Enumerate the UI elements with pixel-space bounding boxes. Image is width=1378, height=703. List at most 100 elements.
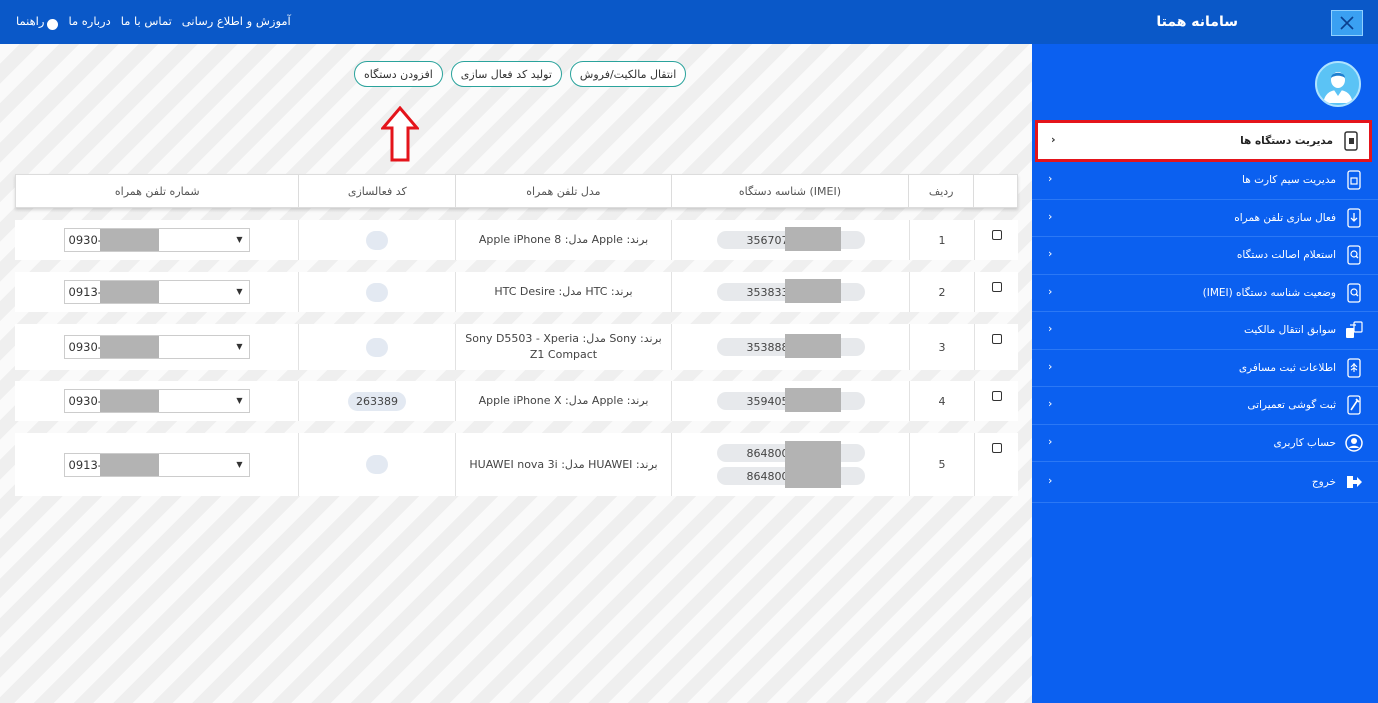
sim-card-icon (1344, 170, 1364, 190)
phone-select[interactable]: 0930- ▼ (63, 335, 250, 359)
redaction (99, 390, 159, 412)
help-link[interactable]: iراهنما (16, 14, 59, 30)
info-icon: i (47, 19, 59, 30)
chevron-left-icon: ‹ (1048, 397, 1053, 411)
contact-link[interactable]: تماس با ما (121, 14, 172, 30)
redaction (99, 453, 159, 476)
sidebar-item-imei-status[interactable]: وضعیت شناسه دستگاه (IMEI) ‹ (1032, 275, 1378, 312)
redaction (784, 334, 841, 358)
row-checkbox[interactable] (992, 391, 1002, 401)
table-row: 0913- ▼ برند: HTC مدل: HTC Desire 353833… (15, 272, 1018, 312)
redaction (99, 229, 159, 251)
row-checkbox[interactable] (992, 334, 1002, 344)
device-model: برند: HTC مدل: HTC Desire (494, 285, 633, 298)
device-model: برند: HUAWEI مدل: HUAWEI nova 3i (469, 457, 658, 471)
row-checkbox[interactable] (992, 230, 1002, 240)
sidebar-item-logout[interactable]: خروج ‹ (1032, 462, 1378, 503)
imei-value: 864800 (716, 441, 865, 465)
device-model: برند: Sony مدل: Sony D5503 - Xperia Z1 C… (465, 332, 662, 361)
table-row: 0930- ▼ برند: Sony مدل: Sony D5503 - Xpe… (15, 324, 1018, 370)
header-row: ردیف (909, 175, 975, 207)
imei-value: 353888 (716, 334, 865, 358)
row-number: 1 (910, 220, 975, 260)
header-phone: شماره تلفن همراه (16, 175, 300, 207)
sidebar: مدیریت دستگاه ها ‹ مدیریت سیم کارت ها ‹ … (1032, 44, 1378, 703)
action-buttons: افزودن دستگاه تولید کد فعال سازی انتقال … (354, 61, 687, 87)
about-link[interactable]: درباره ما (68, 14, 110, 30)
header-imei: شناسه دستگاه (IMEI) (672, 175, 910, 207)
transfer-ownership-button[interactable]: انتقال مالکیت/فروش (569, 61, 687, 87)
sidebar-item-device-management[interactable]: مدیریت دستگاه ها ‹ (1035, 120, 1372, 162)
sidebar-item-travel-registration[interactable]: اطلاعات ثبت مسافری ‹ (1032, 350, 1378, 387)
top-links: iراهنما درباره ما تماس با ما آموزش و اطل… (16, 14, 291, 30)
transfer-history-icon (1344, 320, 1364, 340)
row-checkbox[interactable] (992, 443, 1002, 453)
chevron-left-icon: ‹ (1048, 284, 1053, 298)
chevron-down-icon: ▼ (236, 342, 243, 351)
sidebar-item-repair-phone[interactable]: ثبت گوشی تعمیراتی ‹ (1032, 387, 1378, 425)
close-icon (1340, 16, 1354, 30)
chevron-left-icon: ‹ (1048, 434, 1053, 448)
table-row: 0930- ▼ برند: Apple مدل: Apple iPhone 8 … (15, 220, 1018, 260)
sidebar-item-user-account[interactable]: حساب کاربری ‹ (1032, 425, 1378, 462)
phone-select[interactable]: 0930- ▼ (63, 389, 250, 413)
user-avatar-icon (1317, 63, 1359, 105)
chevron-left-icon: ‹ (1048, 322, 1053, 336)
sidebar-item-phone-activation[interactable]: فعال سازی تلفن همراه ‹ (1032, 200, 1378, 237)
row-number: 3 (910, 324, 975, 370)
redaction (784, 441, 841, 465)
device-model: برند: Apple مدل: Apple iPhone 8 (478, 233, 649, 246)
redaction (99, 281, 159, 303)
top-bar: iراهنما درباره ما تماس با ما آموزش و اطل… (0, 0, 1378, 44)
activation-code (366, 282, 388, 302)
phone-search-icon (1344, 245, 1364, 265)
activation-code (366, 455, 388, 474)
add-device-button[interactable]: افزودن دستگاه (354, 61, 443, 87)
chevron-left-icon: ‹ (1051, 133, 1056, 147)
redaction (784, 227, 841, 251)
redaction (99, 336, 159, 358)
close-button[interactable] (1331, 10, 1363, 36)
chevron-left-icon: ‹ (1048, 474, 1053, 488)
device-model: برند: Apple مدل: Apple iPhone X (478, 394, 649, 407)
phone-select[interactable]: 0913- ▼ (63, 280, 250, 304)
chevron-down-icon: ▼ (236, 459, 243, 469)
chevron-down-icon: ▼ (236, 287, 243, 296)
education-link[interactable]: آموزش و اطلاع رسانی (182, 14, 291, 30)
sidebar-item-sim-cards[interactable]: مدیریت سیم کارت ها ‹ (1032, 162, 1378, 200)
generate-code-button[interactable]: تولید کد فعال سازی (450, 61, 562, 87)
user-avatar[interactable] (1315, 61, 1361, 107)
logout-icon (1344, 472, 1364, 492)
table-row: 0930- ▼ 263389 برند: Apple مدل: Apple iP… (15, 381, 1018, 421)
sidebar-item-authenticity-check[interactable]: استعلام اصالت دستگاه ‹ (1032, 237, 1378, 275)
chevron-down-icon: ▼ (236, 396, 243, 405)
header-code: کد فعالسازی (299, 175, 457, 207)
imei-value: 864800 (716, 464, 865, 488)
user-account-icon (1344, 433, 1364, 453)
activation-code (366, 230, 388, 250)
table-header: شماره تلفن همراه کد فعالسازی مدل تلفن هم… (15, 174, 1018, 208)
redaction (784, 464, 841, 488)
header-checkbox (974, 175, 1017, 207)
imei-status-icon (1344, 283, 1364, 303)
app-title: سامانه همتا (1156, 14, 1238, 30)
sidebar-item-transfer-history[interactable]: سوابق انتقال مالکیت ‹ (1032, 312, 1378, 350)
chevron-left-icon: ‹ (1048, 172, 1053, 186)
imei-value: 359405 (716, 388, 865, 412)
main-content: افزودن دستگاه تولید کد فعال سازی انتقال … (0, 44, 1032, 703)
row-number: 2 (910, 272, 975, 312)
chevron-left-icon: ‹ (1048, 359, 1053, 373)
imei-value: 353833 (716, 279, 865, 303)
device-icon (1341, 131, 1361, 151)
arrow-up-icon (381, 106, 419, 162)
header-model: مدل تلفن همراه (456, 175, 672, 207)
phone-select[interactable]: 0913- ▼ (63, 452, 250, 477)
activation-code (366, 337, 388, 357)
chevron-left-icon: ‹ (1048, 209, 1053, 223)
redaction (784, 279, 841, 303)
phone-select[interactable]: 0930- ▼ (63, 228, 250, 252)
row-checkbox[interactable] (992, 282, 1002, 292)
phone-activate-icon (1344, 208, 1364, 228)
travel-icon (1344, 358, 1364, 378)
imei-value: 356707 (716, 227, 865, 251)
